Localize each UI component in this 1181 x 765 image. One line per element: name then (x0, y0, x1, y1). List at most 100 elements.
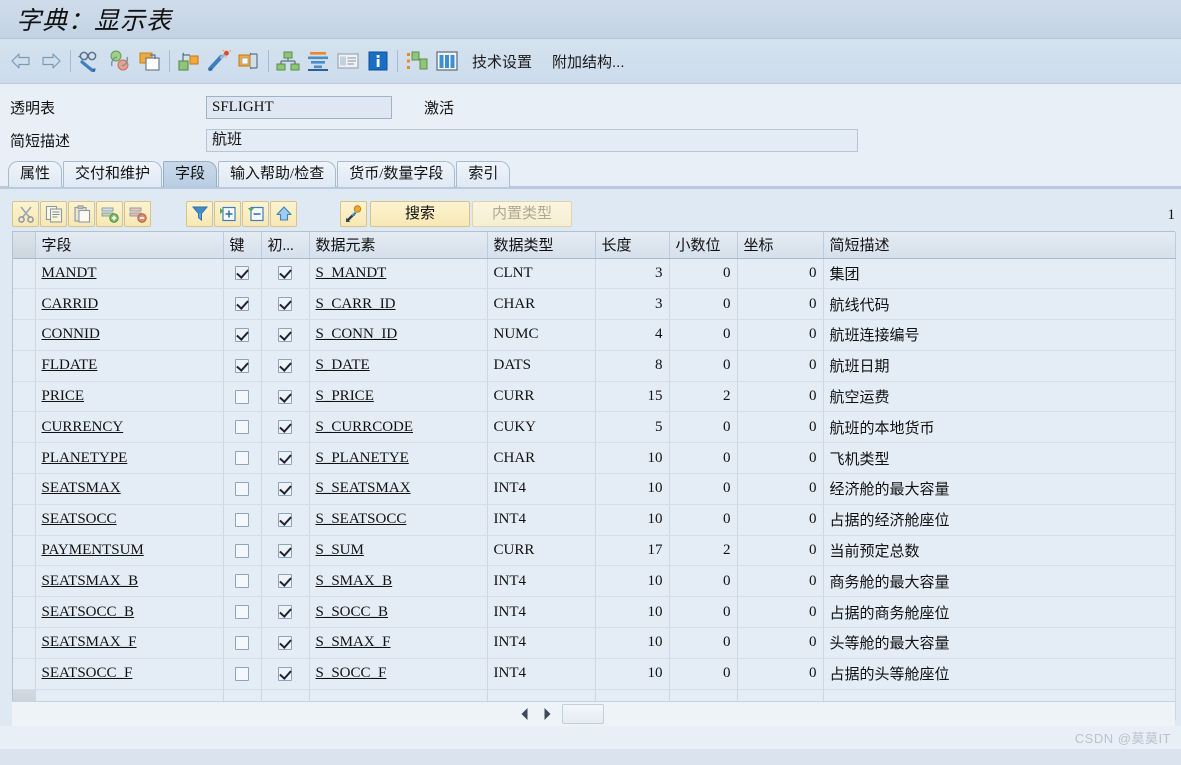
table-row[interactable]: SEATSMAX_B S_SMAX_B INT4 10 0 0 商务舱的最大容量 (13, 565, 1176, 598)
data-element-link[interactable]: S_MANDT (316, 265, 387, 281)
column-header-length[interactable]: 长度 (595, 232, 670, 259)
initial-checkbox[interactable] (278, 297, 292, 312)
cell-data-type[interactable]: CLNT (487, 258, 596, 290)
cell-length[interactable]: 10 (595, 565, 670, 598)
cell-short-description[interactable]: 集团 (823, 258, 1176, 290)
data-element-link[interactable]: S_SOCC_F (316, 665, 387, 681)
table-row[interactable]: PLANETYPE S_PLANETYE CHAR 10 0 0 飞机类型 (13, 442, 1176, 475)
column-header-key[interactable]: 键 (223, 232, 262, 259)
left-arrow-icon[interactable] (514, 703, 536, 725)
cell-data-type[interactable]: INT4 (487, 473, 596, 505)
data-element-link[interactable]: S_DATE (316, 357, 370, 373)
column-header-initial[interactable]: 初... (261, 232, 310, 259)
cell-coordinate[interactable]: 0 (737, 627, 824, 659)
cell-field[interactable]: CARRID (35, 288, 224, 321)
cell-short-description[interactable]: 经济舱的最大容量 (823, 473, 1176, 505)
column-header-data-element[interactable]: 数据元素 (309, 232, 488, 259)
table-row[interactable]: SEATSMAX S_SEATSMAX INT4 10 0 0 经济舱的最大容量 (13, 473, 1176, 505)
cell-coordinate[interactable]: 0 (737, 350, 824, 382)
cell-initial-checkbox[interactable] (261, 381, 310, 413)
cell-initial-checkbox[interactable] (261, 350, 310, 382)
table-row[interactable]: CONNID S_CONN_ID NUMC 4 0 0 航班连接编号 (13, 319, 1176, 351)
row-selector[interactable] (13, 319, 36, 351)
cell-decimals[interactable]: 2 (669, 381, 738, 413)
transport-icon[interactable] (234, 46, 264, 76)
cell-length[interactable]: 10 (595, 442, 670, 475)
table-row[interactable]: SEATSOCC_B S_SOCC_B INT4 10 0 0 占据的商务舱座位 (13, 596, 1176, 629)
column-header-decimals[interactable]: 小数位 (669, 232, 738, 259)
cell-field[interactable]: PLANETYPE (35, 442, 224, 475)
cell-field[interactable]: SEATSOCC (35, 504, 224, 536)
cell-coordinate[interactable]: 0 (737, 411, 824, 444)
initial-checkbox[interactable] (278, 574, 292, 589)
cell-initial-checkbox[interactable] (261, 319, 310, 351)
cell-key-checkbox[interactable] (223, 535, 262, 567)
cell-short-description[interactable]: 航空运费 (823, 381, 1176, 413)
initial-checkbox[interactable] (278, 266, 292, 281)
column-header-field[interactable]: 字段 (35, 232, 224, 259)
append-structure-icon[interactable] (402, 46, 432, 76)
cell-initial-checkbox[interactable] (261, 596, 310, 629)
cell-field[interactable]: SEATSOCC_B (35, 596, 224, 629)
table-row[interactable]: FLDATE S_DATE DATS 8 0 0 航班日期 (13, 350, 1176, 382)
table-row[interactable]: CARRID S_CARR_ID CHAR 3 0 0 航线代码 (13, 288, 1176, 321)
cell-coordinate[interactable]: 0 (737, 504, 824, 536)
cell-key-checkbox[interactable] (223, 596, 262, 629)
cut-button[interactable] (12, 201, 39, 227)
cell-key-checkbox[interactable] (223, 442, 262, 475)
column-header-data-type[interactable]: 数据类型 (487, 232, 596, 259)
field-name-link[interactable]: CONNID (42, 326, 100, 342)
key-checkbox[interactable] (235, 512, 249, 527)
append-structure-button[interactable]: 附加结构... (542, 51, 635, 72)
cell-field[interactable]: CONNID (35, 319, 224, 351)
field-name-link[interactable]: SEATSMAX_B (42, 573, 139, 589)
table-row[interactable]: MANDT S_MANDT CLNT 3 0 0 集团 (13, 258, 1176, 290)
key-checkbox[interactable] (235, 574, 249, 589)
row-selector[interactable] (13, 350, 36, 382)
check-object-icon[interactable] (105, 46, 135, 76)
cell-field[interactable]: SEATSMAX_F (35, 627, 224, 659)
cell-short-description[interactable]: 占据的头等舱座位 (823, 658, 1176, 690)
tab-indexes[interactable]: 索引 (456, 161, 511, 187)
cell-length[interactable]: 4 (595, 319, 670, 351)
initial-checkbox[interactable] (278, 358, 292, 373)
cell-short-description[interactable]: 占据的商务舱座位 (823, 596, 1176, 629)
column-header-short-description[interactable]: 简短描述 (823, 232, 1176, 259)
copy-object-icon[interactable] (135, 46, 165, 76)
row-selector[interactable] (13, 596, 36, 629)
row-selector[interactable] (13, 442, 36, 475)
cell-length[interactable]: 10 (595, 627, 670, 659)
insert-row-button[interactable] (96, 201, 123, 227)
cell-coordinate[interactable]: 0 (737, 535, 824, 567)
cell-length[interactable]: 10 (595, 504, 670, 536)
cell-decimals[interactable]: 0 (669, 411, 738, 444)
table-row[interactable]: PRICE S_PRICE CURR 15 2 0 航空运费 (13, 381, 1176, 413)
table-row[interactable]: SEATSMAX_F S_SMAX_F INT4 10 0 0 头等舱的最大容量 (13, 627, 1176, 659)
cell-short-description[interactable]: 飞机类型 (823, 442, 1176, 475)
cell-short-description[interactable]: 航班连接编号 (823, 319, 1176, 351)
data-element-link[interactable]: S_SMAX_B (316, 573, 393, 589)
collapse-button[interactable] (242, 201, 269, 227)
cell-key-checkbox[interactable] (223, 627, 262, 659)
cell-coordinate[interactable]: 0 (737, 596, 824, 629)
cell-initial-checkbox[interactable] (261, 658, 310, 690)
cell-data-element[interactable]: S_SEATSMAX (309, 473, 488, 505)
row-selector[interactable] (13, 411, 36, 444)
table-contents-icon[interactable] (432, 46, 462, 76)
row-selector[interactable] (13, 535, 36, 567)
cell-key-checkbox[interactable] (223, 473, 262, 505)
cell-key-checkbox[interactable] (223, 319, 262, 351)
cell-data-element[interactable]: S_CARR_ID (309, 288, 488, 321)
data-element-link[interactable]: S_CONN_ID (316, 326, 398, 342)
cell-data-element[interactable]: S_MANDT (309, 258, 488, 290)
table-row[interactable]: SEATSOCC S_SEATSOCC INT4 10 0 0 占据的经济舱座位 (13, 504, 1176, 536)
cell-short-description[interactable]: 当前预定总数 (823, 535, 1176, 567)
expand-button[interactable] (214, 201, 241, 227)
field-name-link[interactable]: PLANETYPE (42, 450, 128, 466)
table-name-input[interactable] (206, 95, 392, 119)
cell-key-checkbox[interactable] (223, 504, 262, 536)
info-icon[interactable] (363, 46, 393, 76)
cell-data-type[interactable]: CHAR (487, 442, 596, 475)
cell-data-element[interactable]: S_SOCC_F (309, 658, 488, 690)
field-name-link[interactable]: CARRID (42, 296, 99, 312)
